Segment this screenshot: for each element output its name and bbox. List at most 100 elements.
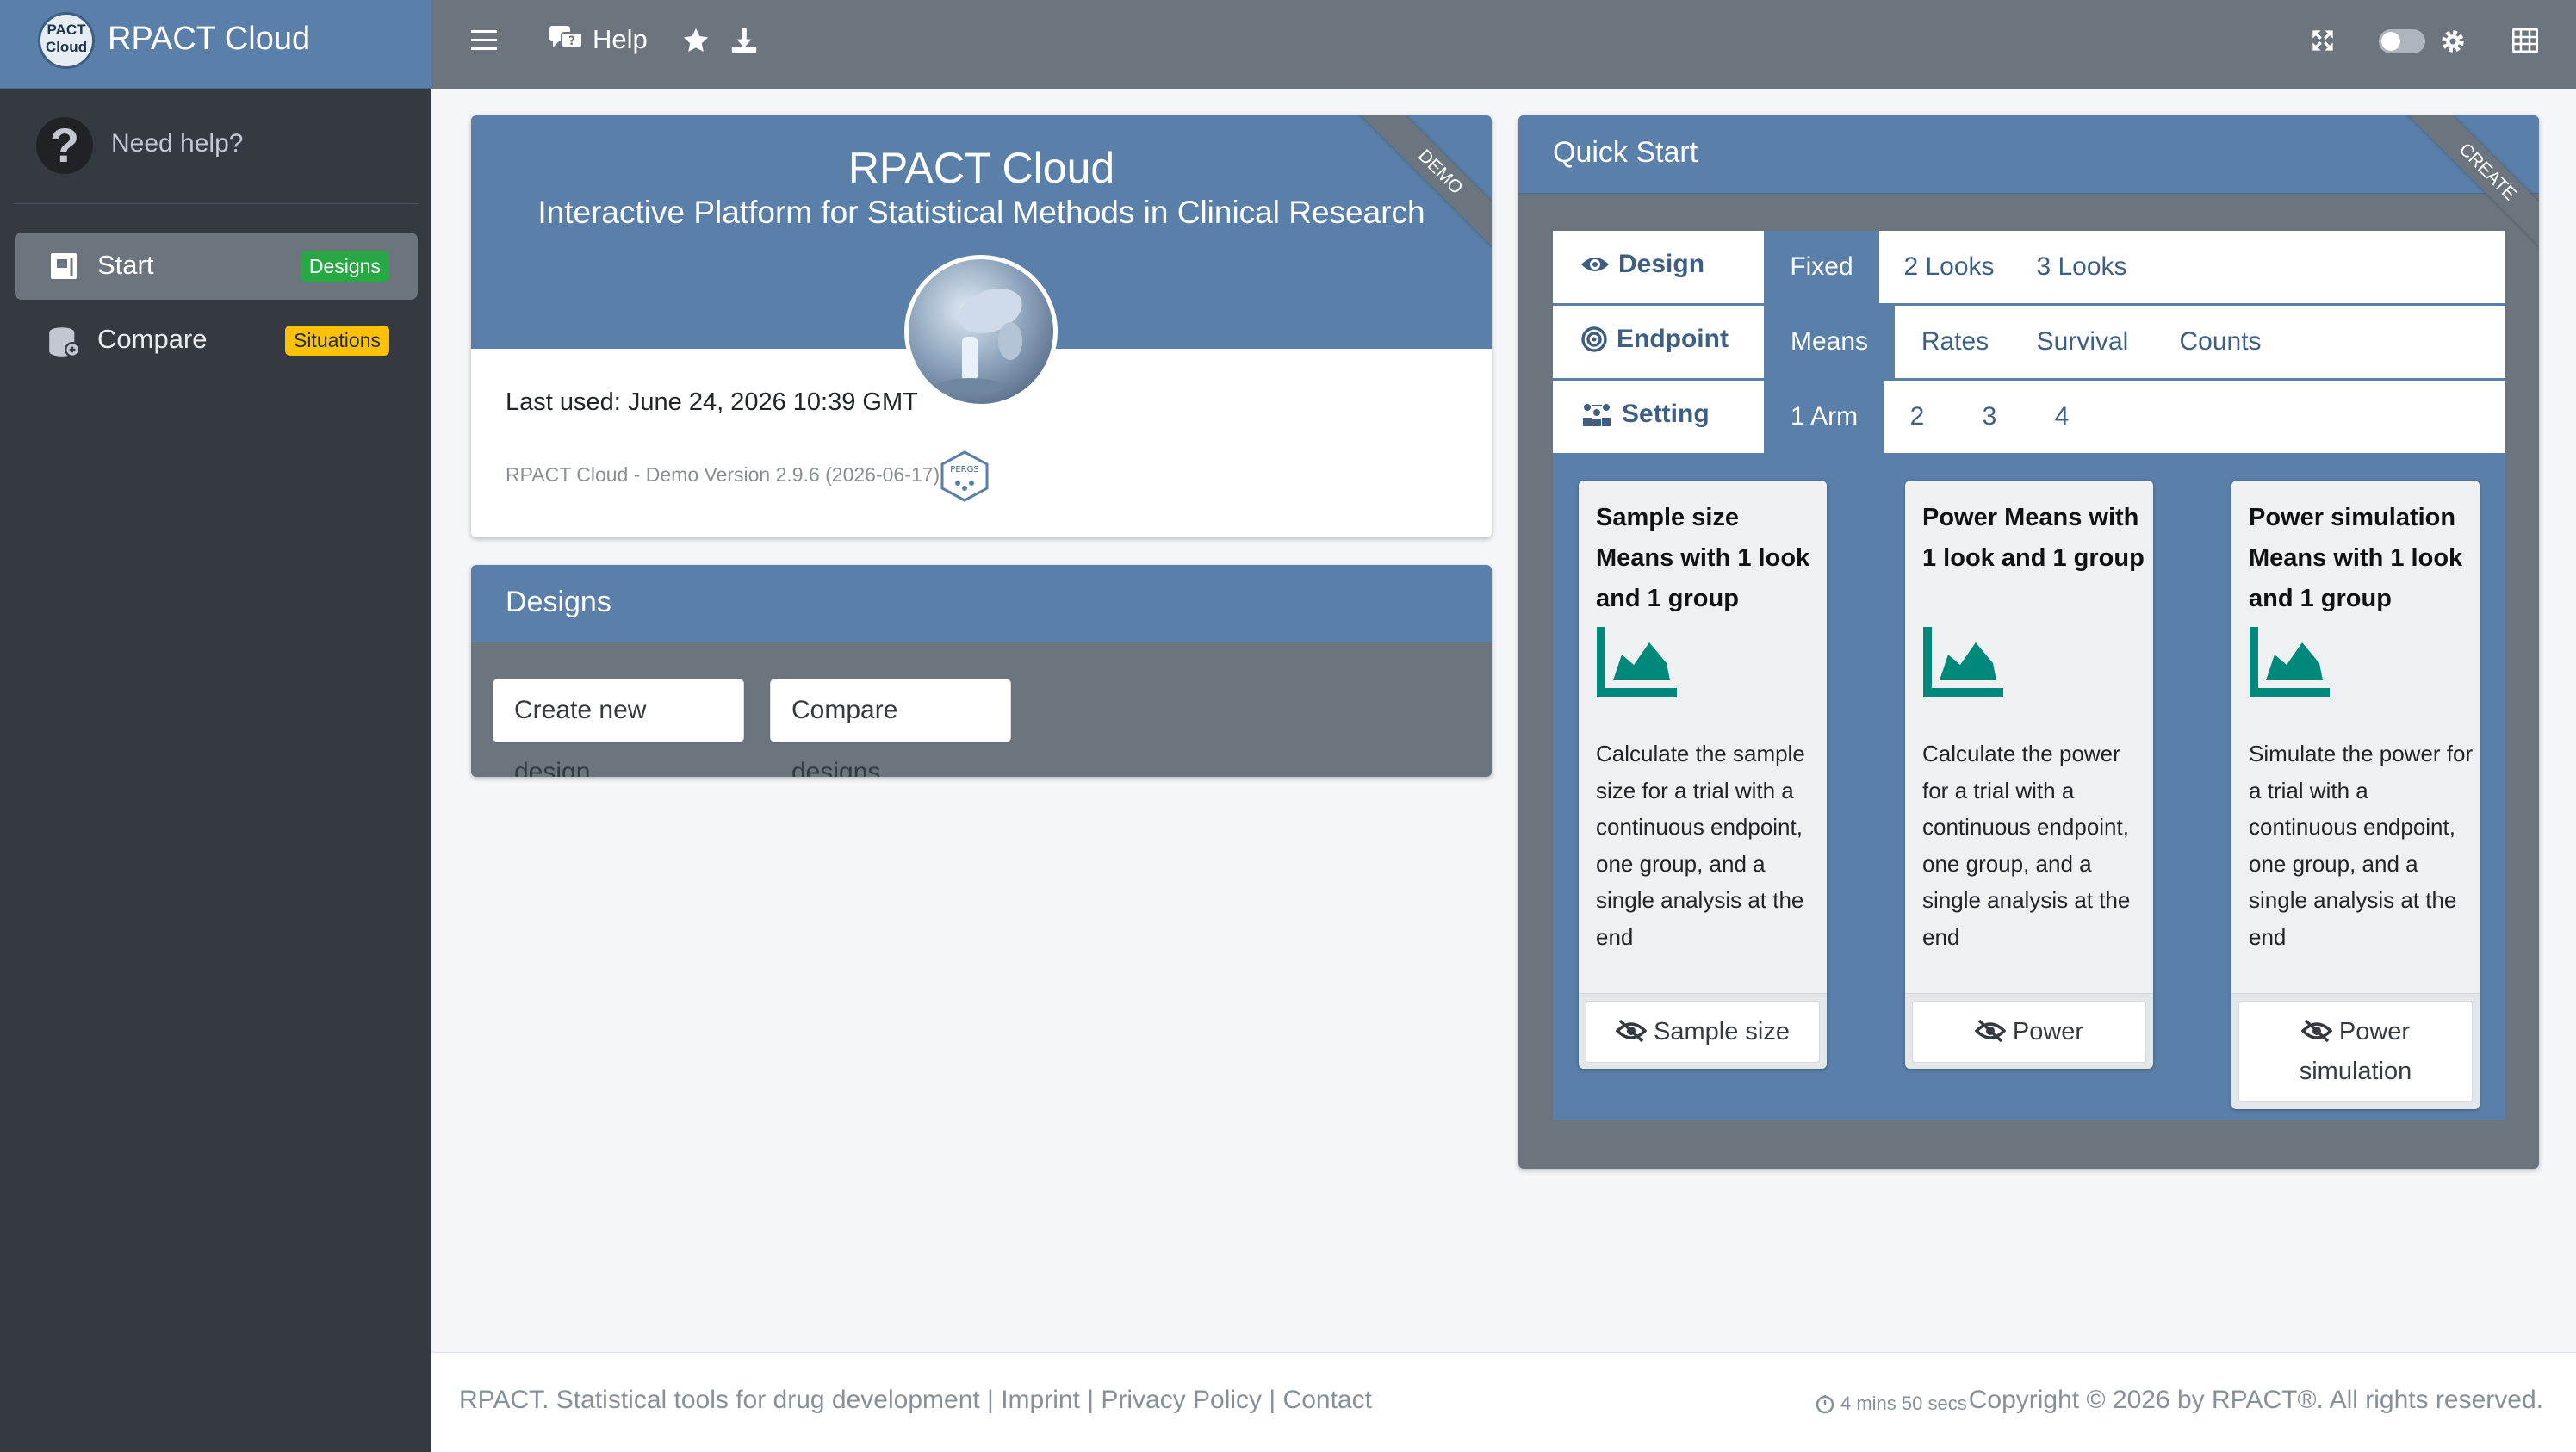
design-option-fixed[interactable]: Fixed: [1764, 231, 1879, 303]
page-footer: RPACT. Statistical tools for drug develo…: [431, 1352, 2576, 1452]
last-used-text: Last used: June 24, 2026 10:39 GMT: [506, 388, 918, 416]
designs-card: Designs Create new design Compare design…: [471, 565, 1492, 777]
sample-size-button[interactable]: Sample size: [1586, 1001, 1820, 1063]
help-label: Help: [593, 24, 648, 54]
card-footer: Power simulation: [2231, 993, 2480, 1109]
card-description: Simulate the power for a trial with a co…: [2249, 741, 2474, 950]
setting-option-4[interactable]: 4: [2040, 381, 2083, 453]
setting-row: Setting 1 Arm 2 3 4: [1553, 381, 2505, 453]
designs-badge: Designs: [300, 251, 389, 282]
session-time-text: 4 mins 50 secs: [1840, 1393, 1967, 1414]
designs-title: Designs: [506, 586, 611, 618]
top-navbar: ? Help: [431, 0, 2576, 89]
need-help-text: Need help?: [111, 129, 244, 158]
situations-badge: Situations: [284, 326, 389, 356]
create-new-design-button[interactable]: Create new design: [493, 679, 744, 777]
setting-option-3[interactable]: 3: [1968, 381, 2011, 453]
database-compare-icon: [49, 327, 80, 357]
gear-icon[interactable]: [2438, 27, 2467, 56]
power-button-label: Power: [2012, 1018, 2084, 1046]
eye-slash-icon: [2300, 1019, 2332, 1043]
theme-toggle-switch[interactable]: [2379, 29, 2425, 53]
target-icon: [1581, 326, 1607, 352]
card-description: Calculate the sample size for a trial wi…: [1596, 741, 1805, 950]
microscope-image: [904, 255, 1058, 408]
setting-label: Setting: [1622, 400, 1710, 428]
sidebar-item-compare[interactable]: Compare Situations: [15, 307, 418, 374]
footer-separator: |: [979, 1386, 1002, 1414]
sidebar-item-label: Start: [97, 250, 154, 280]
endpoint-row: Endpoint Means Rates Survival Counts: [1553, 306, 2505, 378]
area-chart-icon: [2250, 627, 2330, 697]
rpact-hex-logo: PERGS: [940, 450, 989, 502]
setting-option-1-arm[interactable]: 1 Arm: [1764, 381, 1884, 453]
card-title: Power simulation Means with 1 look and 1…: [2249, 504, 2463, 612]
eye-slash-icon: [1616, 1019, 1648, 1043]
help-chat-icon: ?: [549, 26, 583, 48]
contact-link[interactable]: Contact: [1283, 1386, 1372, 1414]
design-label: Design: [1618, 250, 1705, 278]
privacy-policy-link[interactable]: Privacy Policy: [1101, 1386, 1262, 1414]
designs-card-header: Designs: [471, 565, 1492, 642]
star-icon[interactable]: [680, 26, 711, 55]
demo-ribbon: DEMO: [1319, 115, 1492, 288]
sidebar-item-label: Compare: [97, 324, 208, 354]
endpoint-option-rates[interactable]: Rates: [1906, 306, 2004, 378]
quick-start-panel: Design Fixed 2 Looks 3 Looks Endpoint Me…: [1553, 231, 2505, 1120]
sample-size-button-label: Sample size: [1654, 1018, 1790, 1046]
session-timer: 4 mins 50 secs: [1815, 1393, 1967, 1415]
demo-ribbon-label: DEMO: [1350, 115, 1492, 263]
compare-designs-button[interactable]: Compare designs: [770, 679, 1011, 777]
design-row: Design Fixed 2 Looks 3 Looks: [1553, 231, 2505, 303]
svg-text:PERGS: PERGS: [950, 465, 978, 475]
brand-logo: PACT Cloud: [38, 12, 95, 69]
sidebar: PACT Cloud RPACT Cloud ? Need help? Star…: [0, 0, 431, 1452]
endpoint-option-counts[interactable]: Counts: [2161, 306, 2280, 378]
card-footer: Power: [1905, 993, 2153, 1069]
sidebar-item-start[interactable]: Start Designs: [15, 233, 418, 300]
power-button[interactable]: Power: [1912, 1001, 2146, 1063]
power-card[interactable]: Power Means with 1 look and 1 group Calc…: [1905, 481, 2153, 1069]
grid-icon[interactable]: [2512, 28, 2538, 53]
area-chart-icon: [1597, 627, 1677, 697]
setting-row-label: Setting: [1580, 400, 1710, 429]
demo-info-card: RPACT Cloud Interactive Platform for Sta…: [471, 115, 1492, 537]
quick-start-title: Quick Start: [1553, 136, 1698, 169]
imprint-link[interactable]: Imprint: [1001, 1386, 1080, 1414]
eye-slash-icon: [1974, 1019, 2006, 1043]
svg-text:?: ?: [568, 34, 575, 48]
brand-logo-text: PACT: [47, 22, 86, 38]
version-text: RPACT Cloud - Demo Version 2.9.6 (2026-0…: [506, 463, 940, 486]
download-icon[interactable]: [729, 26, 759, 55]
brand-logo-text: Cloud: [45, 39, 88, 55]
endpoint-option-means[interactable]: Means: [1764, 306, 1895, 378]
card-footer: Sample size: [1579, 993, 1827, 1069]
endpoint-option-survival[interactable]: Survival: [2018, 306, 2147, 378]
design-row-label: Design: [1580, 250, 1704, 279]
card-title: Sample size Means with 1 look and 1 grou…: [1596, 504, 1810, 612]
power-simulation-card[interactable]: Power simulation Means with 1 look and 1…: [2231, 481, 2480, 1109]
footer-separator: |: [1079, 1386, 1102, 1414]
need-help-panel[interactable]: ? Need help?: [14, 105, 419, 204]
endpoint-label: Endpoint: [1617, 325, 1729, 353]
timer-icon: [1816, 1395, 1834, 1414]
hamburger-menu-icon[interactable]: [471, 29, 497, 52]
design-option-2-looks[interactable]: 2 Looks: [1893, 231, 2005, 303]
sample-size-card[interactable]: Sample size Means with 1 look and 1 grou…: [1579, 481, 1827, 1069]
design-option-3-looks[interactable]: 3 Looks: [2025, 231, 2138, 303]
card-description: Calculate the power for a trial with a c…: [1922, 741, 2131, 950]
endpoint-row-label: Endpoint: [1580, 325, 1729, 354]
power-simulation-button[interactable]: Power simulation: [2238, 1001, 2473, 1102]
copyright-text: Copyright © 2026 by RPACT®. All rights r…: [1968, 1386, 2543, 1414]
fullscreen-icon[interactable]: [2311, 28, 2335, 53]
help-menu[interactable]: ? Help: [549, 24, 648, 55]
start-square-icon: [51, 253, 77, 279]
footer-links: RPACT. Statistical tools for drug develo…: [459, 1386, 1372, 1415]
card-title: Power Means with 1 look and 1 group: [1922, 504, 2145, 572]
setting-option-2[interactable]: 2: [1896, 381, 1939, 453]
question-mark-icon: ?: [36, 117, 93, 174]
footer-tagline-link[interactable]: RPACT. Statistical tools for drug develo…: [459, 1386, 980, 1414]
brand-name: RPACT Cloud: [108, 21, 311, 57]
area-chart-icon: [1923, 627, 2003, 697]
brand-link[interactable]: PACT Cloud RPACT Cloud: [0, 0, 431, 89]
